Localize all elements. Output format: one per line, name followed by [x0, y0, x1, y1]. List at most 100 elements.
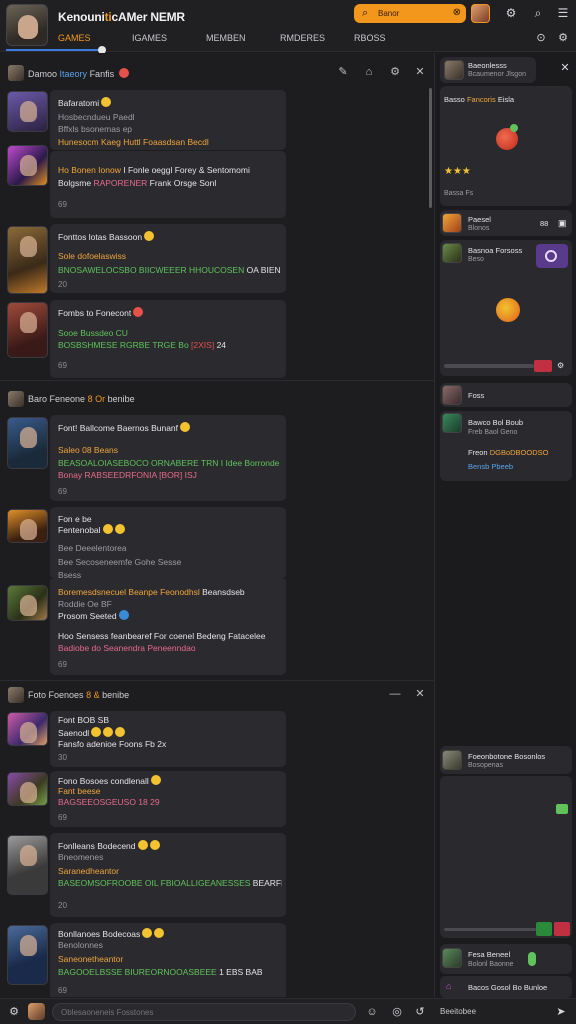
settings-icon[interactable]: ⚙ [388, 65, 402, 79]
settings-icon[interactable]: ⚙ [557, 361, 564, 370]
image-icon[interactable]: ▣ [558, 218, 567, 229]
tab-rboss[interactable]: RBOSS [354, 33, 428, 43]
reaction-count[interactable]: 20 [58, 901, 67, 910]
sidebar-row[interactable]: Fesa Beneel Bolonl Baonne [440, 944, 572, 974]
message-line: BAGOOELBSSE BIUREORNOOASBEEE 1 EBS BAB [58, 967, 263, 977]
message-avatar[interactable] [7, 302, 48, 358]
bottom-bar: ⚙ ☺ ◎ ↺ Beeitobee ➤ [0, 998, 576, 1024]
settings-gear-icon[interactable]: ⚙ [503, 5, 519, 21]
search-bar[interactable]: ⌕ Banor ⊗ [354, 4, 466, 23]
emoji-icon[interactable]: ☺ [364, 1004, 380, 1020]
home-icon[interactable]: ⌂ [362, 65, 376, 79]
user-avatar[interactable] [6, 4, 48, 46]
message-line: Bee Deeelentorea [58, 543, 127, 553]
reply-icon[interactable]: ↺ [412, 1004, 428, 1020]
message-author: Fon e be [58, 514, 92, 524]
channel-avatar [8, 65, 24, 81]
reaction-count[interactable]: 69 [58, 986, 67, 995]
sidebar-activity-card[interactable]: Bawco Bol Boub Freb Baol Geno Freon DGBo… [440, 411, 572, 481]
close-icon[interactable]: ✕ [557, 60, 573, 76]
emoji-icon [118, 68, 129, 78]
avatar [442, 750, 462, 770]
row-sub: Blonos [468, 225, 490, 232]
message-line: Bee Secoseneemfe Gohe Sesse [58, 557, 182, 567]
row-tag[interactable]: Bensb Pbeeb [468, 462, 513, 471]
profile-avatar-small[interactable] [471, 4, 490, 23]
message-line: Badiobe do Seanendra Peneenndao [58, 643, 196, 653]
message-line: Hunesocm Kaeg Huttl Foaasdsan Becdl [58, 137, 209, 147]
message-input[interactable] [52, 1003, 356, 1021]
record-button[interactable] [534, 360, 552, 372]
send-icon[interactable]: ➤ [553, 1004, 569, 1020]
sidebar-user-card[interactable]: Baeonlesss Bcaumenor Jlsgon [440, 57, 536, 83]
message-avatar[interactable] [7, 417, 48, 469]
message-card: Font BOB SB Saenodl Fansfo adenioe Foons… [50, 711, 286, 767]
message-line: Hoo Sensess feanbearef For coenel Bedeng… [58, 631, 266, 641]
channel-title[interactable]: Damoo Itaeory Fanfis [28, 68, 129, 79]
message-avatar[interactable] [7, 145, 48, 186]
sidebar-game-card[interactable]: Basnoa Forsoss Beso ⚙ [440, 240, 572, 376]
sidebar-row[interactable]: ⌂ Bacos Gosol Bo Bunloe [440, 976, 572, 998]
status-dot [510, 124, 518, 132]
gear-icon[interactable]: ⊙ [533, 30, 549, 46]
channel-title[interactable]: Baro Feneone 8 Or benibe [28, 394, 135, 404]
message-line: Fansfo adenioe Foons Fb 2x [58, 739, 167, 749]
message-line: BASEOMSOFROOBE OIL FBIOALLIGEANESSES BEA… [58, 878, 282, 888]
reaction-count[interactable]: 69 [58, 813, 67, 822]
row-name: Bawco Bol Boub [468, 418, 524, 427]
message-avatar[interactable] [7, 91, 48, 132]
channel-title[interactable]: Foto Foenoes 8 & benibe [28, 690, 129, 700]
message-avatar[interactable] [7, 585, 48, 621]
avatar[interactable] [28, 1003, 45, 1020]
scrollbar[interactable] [429, 88, 432, 208]
chat-button[interactable] [536, 922, 552, 936]
reaction-count[interactable]: 69 [58, 361, 67, 370]
reaction-count[interactable]: 20 [58, 280, 67, 289]
minimize-icon[interactable]: — [388, 687, 402, 701]
message-line: Bffxls bsonemas ep [58, 124, 133, 134]
reaction-count[interactable]: 69 [58, 487, 67, 496]
sidebar-row[interactable]: Foeonbotone Bosonlos Bosopenas [440, 746, 572, 774]
row-sub: Beso [468, 256, 484, 263]
settings-icon[interactable]: ⚙ [6, 1004, 22, 1020]
status-icon [556, 804, 568, 814]
more-icon[interactable]: ⚙ [555, 30, 571, 46]
record-button[interactable] [554, 922, 570, 936]
close-icon[interactable]: ⊗ [453, 7, 461, 18]
sidebar-row[interactable]: Foss [440, 383, 572, 407]
message-avatar[interactable] [7, 509, 48, 543]
close-icon[interactable]: ✕ [413, 687, 427, 701]
reaction-count[interactable]: 69 [58, 660, 67, 669]
message-card: Fono Bosoes condlenall Fant beese BAGSEE… [50, 771, 286, 827]
search-icon[interactable]: ⌕ [530, 5, 546, 21]
tab-reminders[interactable]: RMDERES [280, 33, 354, 43]
close-icon[interactable]: ✕ [413, 65, 427, 79]
sidebar-user-name: Baeonlesss [468, 61, 507, 70]
row-name: Bacos Gosol Bo Bunloe [468, 983, 548, 992]
avatar [442, 243, 462, 263]
mic-icon[interactable]: ◎ [389, 1004, 405, 1020]
message-avatar[interactable] [7, 925, 48, 985]
avatar [442, 385, 462, 405]
message-avatar[interactable] [7, 712, 48, 746]
message-line: BNOSAWELOCSBO BIICWEEER HHOUCOSEN OA BIE… [58, 265, 281, 275]
tab-games[interactable]: GAMES [58, 33, 132, 43]
menu-icon[interactable]: ☰ [555, 5, 571, 21]
message-avatar[interactable] [7, 772, 48, 806]
row-line: Freon DGBoDBOODSO [468, 448, 549, 457]
message-avatar[interactable] [7, 226, 48, 294]
tab-igames[interactable]: IGAMES [132, 33, 206, 43]
reaction-count[interactable]: 69 [58, 200, 67, 209]
online-indicator [528, 952, 536, 966]
message-avatar[interactable] [7, 835, 48, 895]
tab-members[interactable]: MEMBEN [206, 33, 280, 43]
video-preview[interactable] [440, 776, 572, 938]
message-line: Saneonetheantor [58, 954, 124, 964]
pin-icon[interactable]: ✎ [336, 65, 350, 79]
sidebar-row[interactable]: Paesel Blonos 88 ▣ [440, 210, 572, 236]
game-card[interactable]: Basso Fancoris Eisla ★★★ Bassa Fs [440, 86, 572, 206]
tab-indicator [6, 49, 106, 51]
reaction-count[interactable]: 30 [58, 753, 67, 762]
message-author: Fonlleans Bodecend [58, 840, 282, 851]
row-sub: Bosopenas [468, 762, 504, 769]
